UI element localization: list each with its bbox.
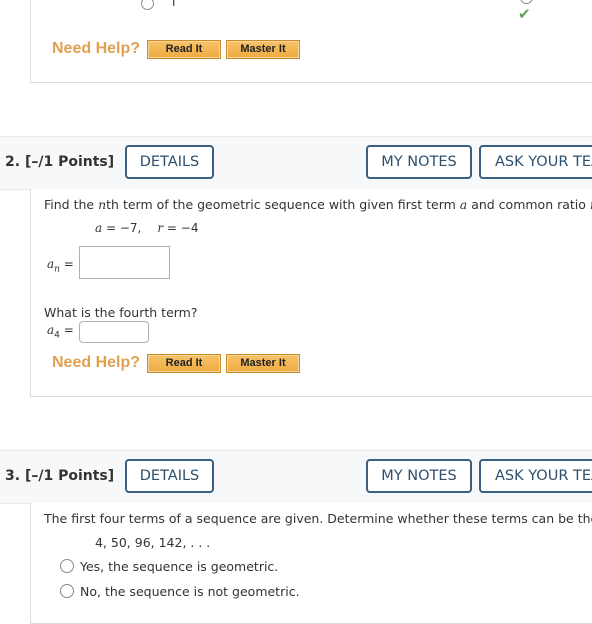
- master-it-button[interactable]: Master It: [226, 40, 300, 59]
- question-3-number: 3. [–/1 Points]: [5, 468, 114, 484]
- read-it-button[interactable]: Read It: [147, 40, 221, 59]
- option-yes-radio[interactable]: [60, 559, 74, 573]
- my-notes-button[interactable]: MY NOTES: [366, 145, 472, 179]
- question-number: 3.: [5, 468, 21, 484]
- question-3-prompt: The first four terms of a sequence are g…: [44, 511, 592, 526]
- my-notes-button[interactable]: MY NOTES: [366, 459, 472, 493]
- fourth-term-question: What is the fourth term?: [44, 305, 198, 320]
- question-points: [–/1 Points]: [24, 154, 115, 170]
- question-points: [–/1 Points]: [24, 468, 115, 484]
- fourth-term-input[interactable]: [79, 321, 149, 343]
- need-help-label: Need Help?: [52, 354, 141, 371]
- ask-your-teacher-button[interactable]: ASK YOUR TEA: [479, 145, 592, 179]
- sequence-terms: 4, 50, 96, 142, . . .: [95, 535, 211, 550]
- read-it-button[interactable]: Read It: [147, 354, 221, 373]
- nth-term-input[interactable]: [79, 246, 170, 279]
- option-no-label[interactable]: No, the sequence is not geometric.: [80, 584, 300, 599]
- option-yes-label[interactable]: Yes, the sequence is geometric.: [80, 559, 278, 574]
- details-button[interactable]: DETAILS: [125, 145, 214, 179]
- answer-option-text: l: [172, 0, 176, 9]
- need-help-label: Need Help?: [52, 40, 141, 57]
- an-label: an =: [47, 257, 74, 275]
- option-no-radio[interactable]: [60, 584, 74, 598]
- details-button[interactable]: DETAILS: [125, 459, 214, 493]
- question-number: 2.: [5, 154, 21, 170]
- correct-check-icon: ✔: [518, 5, 531, 23]
- question-2-prompt: Find the nth term of the geometric seque…: [44, 197, 592, 212]
- ask-your-teacher-button[interactable]: ASK YOUR TEA: [479, 459, 592, 493]
- master-it-button[interactable]: Master It: [226, 354, 300, 373]
- given-values: a = −7, r = −4: [95, 221, 199, 235]
- question-2-number: 2. [–/1 Points]: [5, 154, 114, 170]
- a4-label: a4 =: [47, 323, 74, 341]
